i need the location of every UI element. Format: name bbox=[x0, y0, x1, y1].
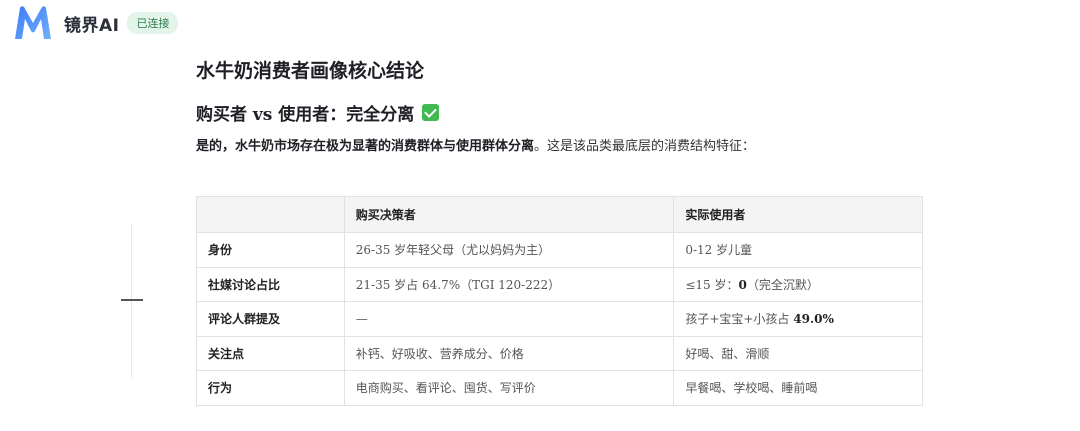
app-header: 镜界AI 已连接 bbox=[12, 4, 179, 42]
user-cell: 好喝、甜、滑顺 bbox=[673, 335, 923, 371]
m-logo-icon bbox=[15, 6, 51, 39]
table-row: 行为 电商购买、看评论、囤货、写评价 早餐喝、学校喝、睡前喝 bbox=[196, 370, 923, 406]
table-row: 社媒讨论占比 21-35 岁占 64.7%（TGI 120-222） ≤15 岁… bbox=[196, 266, 923, 302]
row-label: 社媒讨论占比 bbox=[196, 266, 345, 302]
table-header-row: 购买决策者 实际使用者 bbox=[196, 196, 923, 233]
app-name: 镜界AI bbox=[64, 15, 120, 36]
row-label: 评论人群提及 bbox=[196, 301, 345, 337]
row-label: 关注点 bbox=[196, 335, 345, 371]
user-cell: 0-12 岁儿童 bbox=[673, 232, 923, 268]
intro-bold-text: 是的，水牛奶市场存在极为显著的消费群体与使用群体分离 bbox=[196, 139, 535, 154]
table-header-cell: 购买决策者 bbox=[343, 196, 675, 233]
user-cell-bold: 49.0% bbox=[793, 312, 834, 327]
table-row: 关注点 补钙、好吸收、营养成分、价格 好喝、甜、滑顺 bbox=[196, 335, 923, 371]
intro-paragraph: 是的，水牛奶市场存在极为显著的消费群体与使用群体分离。这是该品类最底层的消费结构… bbox=[196, 135, 755, 154]
buyer-cell: 补钙、好吸收、营养成分、价格 bbox=[343, 335, 675, 371]
user-cell: 早餐喝、学校喝、睡前喝 bbox=[673, 370, 923, 406]
connection-status-badge: 已连接 bbox=[127, 12, 179, 34]
comparison-table: 购买决策者 实际使用者 身份 26-35 岁年轻父母（尤以妈妈为主） 0-12 … bbox=[196, 196, 923, 406]
row-label: 身份 bbox=[196, 232, 345, 268]
buyer-cell: 26-35 岁年轻父母（尤以妈妈为主） bbox=[343, 232, 675, 268]
table-header-cell: 实际使用者 bbox=[673, 196, 923, 233]
table-row: 身份 26-35 岁年轻父母（尤以妈妈为主） 0-12 岁儿童 bbox=[196, 232, 923, 268]
check-mark-icon bbox=[422, 104, 440, 121]
user-cell: 孩子+宝宝+小孩占 49.0% bbox=[673, 301, 923, 337]
user-cell-text: ≤15 岁： bbox=[685, 277, 739, 292]
page-title: 水牛奶消费者画像核心结论 bbox=[196, 60, 425, 82]
user-cell-text: 孩子+宝宝+小孩占 bbox=[685, 312, 794, 327]
row-label: 行为 bbox=[196, 370, 345, 406]
section-heading: 购买者 vs 使用者：完全分离 bbox=[196, 100, 440, 125]
chat-window: 镜界AI 已连接 水牛奶消费者画像核心结论 购买者 vs 使用者：完全分离 是的… bbox=[0, 0, 1080, 431]
table-row: 评论人群提及 — 孩子+宝宝+小孩占 49.0% bbox=[196, 301, 923, 337]
table-header-cell bbox=[196, 196, 345, 233]
user-cell: ≤15 岁：0（完全沉默） bbox=[673, 266, 923, 302]
section-heading-text: 购买者 vs 使用者：完全分离 bbox=[196, 105, 415, 125]
buyer-cell: 21-35 岁占 64.7%（TGI 120-222） bbox=[343, 266, 675, 302]
scroll-thumb[interactable] bbox=[121, 299, 143, 301]
scroll-track[interactable] bbox=[131, 224, 132, 379]
user-cell-text: （完全沉默） bbox=[746, 277, 819, 292]
intro-rest-text: 。这是该品类最底层的消费结构特征： bbox=[534, 139, 756, 154]
buyer-cell: — bbox=[343, 301, 675, 337]
user-cell-bold: 0 bbox=[738, 277, 747, 292]
buyer-cell: 电商购买、看评论、囤货、写评价 bbox=[343, 370, 675, 406]
